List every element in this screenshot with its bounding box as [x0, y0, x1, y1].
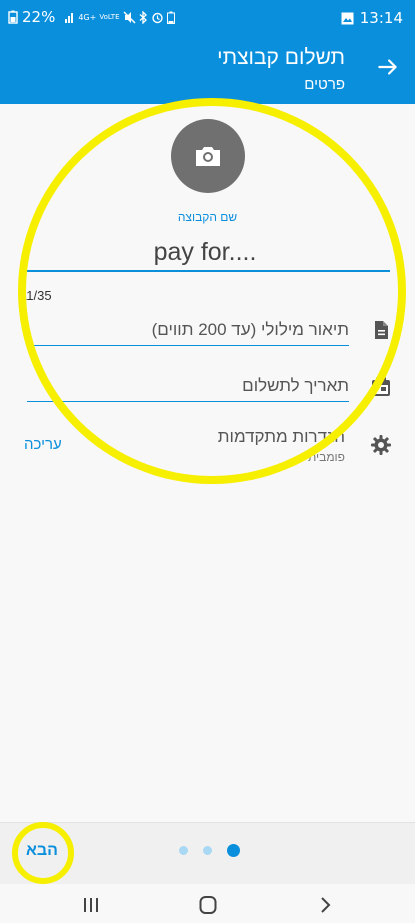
- document-icon: [375, 321, 388, 339]
- alarm-icon: [151, 12, 163, 23]
- app-bar: תשלום קבוצתי פרטים: [0, 34, 415, 104]
- payment-date-field[interactable]: תאריך לתשלום: [27, 374, 349, 402]
- page-dot-2: [203, 846, 212, 855]
- status-icons: 4G+ VoLTE: [65, 10, 175, 24]
- mute-icon: [122, 10, 136, 24]
- back-arrow-icon[interactable]: [375, 54, 401, 80]
- network-type: 4G+: [78, 12, 97, 22]
- advanced-settings-value: פומבית: [307, 450, 345, 464]
- volte-badge: VoLTE: [99, 13, 120, 21]
- status-bar: 22% 4G+ VoLTE 13:14: [0, 0, 415, 34]
- gear-icon: [371, 435, 391, 455]
- group-photo-button[interactable]: [171, 119, 245, 193]
- bluetooth-icon: [139, 10, 147, 24]
- battery-icon: [166, 11, 175, 24]
- description-field[interactable]: תיאור מילולי (עד 200 תווים): [27, 318, 349, 346]
- page-title: תשלום קבוצתי: [217, 46, 345, 69]
- signal-icon: [65, 13, 74, 23]
- camera-icon: [196, 147, 220, 166]
- next-button[interactable]: הבא: [26, 842, 58, 860]
- battery-percent: 22%: [22, 8, 56, 26]
- group-name-label: שם הקבוצה: [177, 210, 238, 224]
- status-left: 22% 4G+ VoLTE: [8, 8, 175, 26]
- advanced-settings-title[interactable]: הגדרות מתקדמות: [218, 427, 345, 447]
- page-dot-1: [179, 846, 188, 855]
- clock: 13:14: [359, 9, 403, 27]
- recent-apps-icon[interactable]: [80, 896, 102, 914]
- calendar-icon: [372, 377, 390, 396]
- page-subtitle: פרטים: [304, 76, 345, 93]
- battery-saver-icon: [8, 10, 18, 24]
- gallery-icon: [341, 12, 354, 24]
- group-name-input[interactable]: pay for....: [20, 238, 390, 272]
- page-dot-active: [227, 844, 240, 857]
- char-counter: 11/35: [20, 288, 52, 303]
- edit-button[interactable]: עריכה: [24, 436, 62, 453]
- status-right: 13:14: [341, 9, 403, 27]
- home-icon[interactable]: [197, 896, 219, 914]
- back-nav-icon[interactable]: [315, 896, 337, 914]
